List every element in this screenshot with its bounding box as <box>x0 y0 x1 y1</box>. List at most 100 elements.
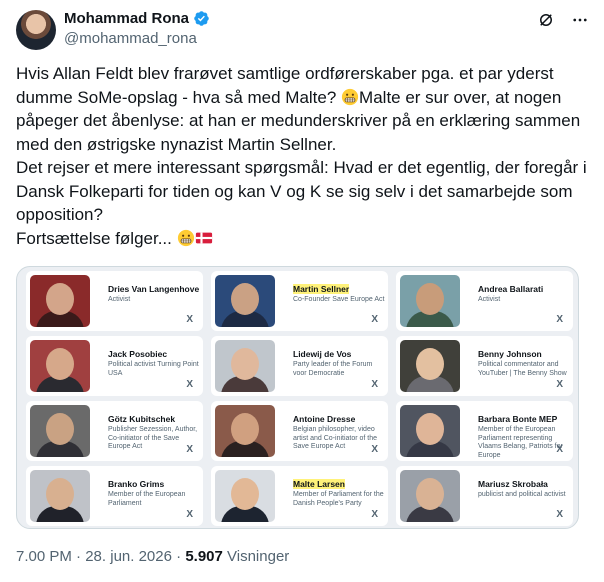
grimace-emoji-icon <box>177 229 194 246</box>
signatory-description: publicist and political activist <box>478 491 566 498</box>
header-actions <box>536 10 590 30</box>
signatory-name-text: Malte Larsen <box>293 479 345 489</box>
more-icon[interactable] <box>570 10 590 30</box>
photo-head <box>416 413 444 445</box>
close-icon: X <box>371 314 378 325</box>
photo-head <box>46 348 74 380</box>
signatory-name-text: Mariusz Skrobała <box>478 479 548 489</box>
signatory-description: Activist <box>478 296 501 303</box>
signatory-photo <box>215 470 275 522</box>
close-icon: X <box>556 379 563 390</box>
signatory-name: Martin Sellner <box>293 284 388 294</box>
close-icon: X <box>556 509 563 520</box>
signatory-card: Barbara Bonte MEP Member of the European … <box>396 401 573 461</box>
close-icon: X <box>556 314 563 325</box>
signatory-description: Member of the European Parliament <box>108 491 186 507</box>
signatory-grid: Dries Van Langenhove Activist X Martin Sell… <box>26 271 573 526</box>
photo-head <box>416 478 444 510</box>
close-icon: X <box>186 379 193 390</box>
signatory-card: Dries Van Langenhove Activist X <box>26 271 203 331</box>
avatar[interactable] <box>16 10 56 50</box>
signatory-description: Activist <box>108 296 131 303</box>
signatory-card: Branko Grims Member of the European Parli… <box>26 466 203 526</box>
close-icon: X <box>556 444 563 455</box>
tweet-image[interactable]: Dries Van Langenhove Activist X Martin Sell… <box>16 266 579 529</box>
footer-separator: · <box>171 548 186 565</box>
signatory-description: Member of Parliament for the Danish Peop… <box>293 491 384 507</box>
signatory-card: Mariusz Skrobała publicist and political … <box>396 466 573 526</box>
photo-head <box>46 413 74 445</box>
photo-head <box>231 283 259 315</box>
close-icon: X <box>371 509 378 520</box>
signatory-name-text: Dries Van Langenhove <box>108 284 200 294</box>
close-icon: X <box>371 444 378 455</box>
signatory-card: Malte Larsen Member of Parliament for the… <box>211 466 388 526</box>
signatory-description: Party leader of the Forum voor Democrati… <box>293 361 373 377</box>
photo-head <box>46 283 74 315</box>
signatory-name-text: Lidewij de Vos <box>293 349 352 359</box>
signatory-name: Malte Larsen <box>293 479 388 489</box>
signatory-name-text: Antoine Dresse <box>293 414 356 424</box>
signatory-card: Götz Kubitschek Publisher Sezession, Auth… <box>26 401 203 461</box>
signatory-description: Political commentator and YouTuber | The… <box>478 361 567 377</box>
signatory-card: Lidewij de Vos Party leader of the Forum … <box>211 336 388 396</box>
signatory-photo <box>30 470 90 522</box>
signatory-card: Antoine Dresse Belgian philosopher, video… <box>211 401 388 461</box>
tweet-paragraph-3: Fortsættelse følger... <box>16 227 590 251</box>
signatory-name: Götz Kubitschek <box>108 414 203 424</box>
signatory-photo <box>400 340 460 392</box>
author-name[interactable]: Mohammad Rona <box>64 10 189 27</box>
signatory-photo <box>215 405 275 457</box>
signatory-name: Lidewij de Vos <box>293 349 388 359</box>
signatory-name: Mariusz Skrobała <box>478 479 573 489</box>
signatory-card: Martin Sellner Co-Founder Save Europe Act… <box>211 271 388 331</box>
signatory-name-text: Jack Posobiec <box>108 349 168 359</box>
tweet-date[interactable]: 28. jun. 2026 <box>85 548 172 565</box>
tweet-text-part-3: Fortsættelse følger... <box>16 228 172 248</box>
signatory-name-text: Branko Grims <box>108 479 165 489</box>
view-label: Visninger <box>222 548 290 565</box>
signatory-description: Political activist Turning Point USA <box>108 361 199 377</box>
grok-icon[interactable] <box>536 10 556 30</box>
signatory-name-text: Andrea Ballarati <box>478 284 544 294</box>
photo-head <box>46 478 74 510</box>
denmark-flag-icon <box>195 232 212 243</box>
close-icon: X <box>186 509 193 520</box>
signatory-name-text: Barbara Bonte MEP <box>478 414 558 424</box>
photo-head <box>231 478 259 510</box>
verified-badge-icon <box>194 11 209 26</box>
signatory-photo <box>400 405 460 457</box>
signatory-photo <box>400 470 460 522</box>
signatory-name: Dries Van Langenhove <box>108 284 203 294</box>
signatory-photo <box>215 275 275 327</box>
tweet-footer: 7.00 PM · 28. jun. 2026 · 5.907 Visninge… <box>16 548 289 565</box>
close-icon: X <box>186 444 193 455</box>
signatory-name: Jack Posobiec <box>108 349 203 359</box>
signatory-name: Barbara Bonte MEP <box>478 414 573 424</box>
signatory-name: Branko Grims <box>108 479 203 489</box>
tweet-text: Hvis Allan Feldt blev frarøvet samtlige … <box>16 62 590 250</box>
photo-head <box>416 283 444 315</box>
tweet-paragraph-1: Hvis Allan Feldt blev frarøvet samtlige … <box>16 62 590 156</box>
view-count: 5.907 <box>185 548 223 565</box>
signatory-photo <box>215 340 275 392</box>
close-icon: X <box>371 379 378 390</box>
photo-head <box>231 348 259 380</box>
tweet-paragraph-2: Det rejser et mere interessant spørgsmål… <box>16 158 587 224</box>
photo-head <box>231 413 259 445</box>
signatory-photo <box>30 405 90 457</box>
tweet-header: Mohammad Rona @mohammad_rona <box>16 8 590 50</box>
signatory-card: Benny Johnson Political commentator and Y… <box>396 336 573 396</box>
tweet-time[interactable]: 7.00 PM <box>16 548 72 565</box>
footer-separator: · <box>71 548 86 565</box>
close-icon: X <box>186 314 193 325</box>
signatory-name: Benny Johnson <box>478 349 573 359</box>
signatory-card: Andrea Ballarati Activist X <box>396 271 573 331</box>
signatory-photo <box>30 275 90 327</box>
signatory-card: Jack Posobiec Political activist Turning … <box>26 336 203 396</box>
signatory-name-text: Benny Johnson <box>478 349 542 359</box>
author-handle[interactable]: @mohammad_rona <box>64 30 197 47</box>
grimace-emoji-icon <box>341 88 359 105</box>
signatory-photo <box>400 275 460 327</box>
signatory-name-text: Götz Kubitschek <box>108 414 176 424</box>
